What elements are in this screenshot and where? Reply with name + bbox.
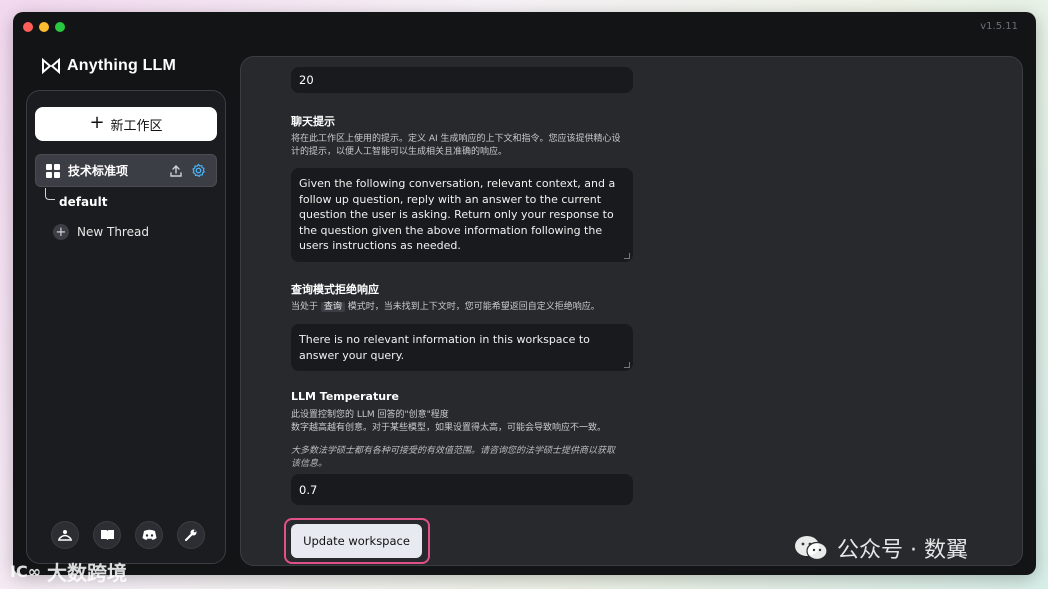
query-refusal-desc-before: 当处于 — [291, 302, 319, 312]
community-hub-icon[interactable] — [51, 521, 79, 549]
chat-history-input[interactable]: 20 — [291, 67, 633, 93]
chat-prompt-textarea[interactable]: Given the following conversation, releva… — [291, 168, 633, 262]
new-thread-button[interactable]: + New Thread — [53, 224, 149, 240]
sidebar-workspace-item[interactable]: 技术标准项 — [35, 154, 217, 187]
temperature-note-line2: 该信息。 — [291, 459, 328, 469]
discord-icon[interactable] — [135, 521, 163, 549]
new-workspace-label: 新工作区 — [110, 118, 163, 134]
temperature-desc-line1: 此设置控制您的 LLM 回答的"创意"程度 — [291, 410, 449, 420]
sidebar-footer — [51, 521, 205, 549]
new-thread-label: New Thread — [77, 225, 149, 239]
query-refusal-desc-after: 模式时，当未找到上下文时，您可能希望返回自定义拒绝响应。 — [347, 302, 600, 312]
update-workspace-button[interactable]: Update workspace — [291, 524, 422, 558]
chat-prompt-description: 将在此工作区上使用的提示。定义 AI 生成响应的上下文和指令。您应该提供精心设 … — [291, 133, 636, 159]
wechat-icon — [795, 536, 828, 561]
wrench-icon[interactable] — [177, 521, 205, 549]
query-refusal-textarea[interactable]: There is no relevant information in this… — [291, 324, 633, 371]
titlebar: v1.5.11 — [13, 12, 1036, 42]
watermark-logo: IC∞ — [10, 562, 42, 581]
workspace-name: 技术标准项 — [68, 164, 129, 178]
new-workspace-button[interactable]: + 新工作区 — [35, 107, 217, 141]
resize-handle-icon[interactable] — [624, 362, 630, 368]
temperature-input[interactable]: 0.7 — [291, 474, 633, 505]
gear-icon[interactable] — [190, 163, 206, 179]
watermark-right: 公众号 · 数翼 — [793, 532, 968, 564]
query-refusal-value: There is no relevant information in this… — [299, 333, 590, 362]
query-refusal-description: 当处于 查询 模式时，当未找到上下文时，您可能希望返回自定义拒绝响应。 — [291, 301, 636, 314]
query-refusal-title: 查询模式拒绝响应 — [291, 283, 379, 296]
temperature-title: LLM Temperature — [291, 390, 399, 403]
temperature-desc-line2: 数字越高越有创意。对于某些模型，如果设置得太高，可能会导致响应不一致。 — [291, 423, 607, 433]
watermark-right-text: 公众号 · 数翼 — [837, 538, 968, 563]
watermark-left: IC∞ 大数跨境 — [10, 557, 127, 586]
watermark-left-text: 大数跨境 — [47, 561, 128, 585]
chat-history-value: 20 — [299, 73, 314, 87]
thread-tree-connector — [45, 188, 55, 200]
workspace-grid-icon — [46, 163, 60, 178]
chat-prompt-desc-line2: 计的提示，以便人工智能可以生成相关且准确的响应。 — [291, 147, 508, 157]
app-name: Anything LLM — [67, 57, 177, 74]
app-logo: Anything LLM — [41, 57, 176, 75]
app-version: v1.5.11 — [980, 21, 1018, 32]
zoom-window-button[interactable] — [55, 22, 65, 32]
temperature-note: 大多数法学硕士都有各种可接受的有效值范围。请咨询您的法学硕士提供商以获取 该信息… — [291, 445, 636, 471]
query-mode-code: 查询 — [320, 302, 345, 312]
sidebar: + 新工作区 技术标准项 default + New Thread — [26, 90, 226, 564]
plus-icon: + — [89, 112, 105, 133]
temperature-description: 此设置控制您的 LLM 回答的"创意"程度 数字越高越有创意。对于某些模型，如果… — [291, 409, 636, 435]
docs-book-icon[interactable] — [93, 521, 121, 549]
workspace-settings-panel: 20 聊天提示 将在此工作区上使用的提示。定义 AI 生成响应的上下文和指令。您… — [240, 56, 1023, 566]
resize-handle-icon[interactable] — [624, 253, 630, 259]
chat-prompt-desc-line1: 将在此工作区上使用的提示。定义 AI 生成响应的上下文和指令。您应该提供精心设 — [291, 134, 621, 144]
app-window: v1.5.11 Anything LLM + 新工作区 技术标准项 defaul… — [13, 12, 1036, 575]
minimize-window-button[interactable] — [39, 22, 49, 32]
close-window-button[interactable] — [23, 22, 33, 32]
upload-icon[interactable] — [168, 163, 184, 179]
temperature-note-line1: 大多数法学硕士都有各种可接受的有效值范围。请咨询您的法学硕士提供商以获取 — [291, 446, 616, 456]
plus-circle-icon: + — [53, 224, 69, 240]
anything-llm-logo-icon — [42, 58, 60, 74]
chat-prompt-title: 聊天提示 — [291, 115, 335, 128]
chat-prompt-value: Given the following conversation, releva… — [299, 177, 616, 252]
thread-item-default[interactable]: default — [59, 195, 107, 209]
temperature-value: 0.7 — [299, 482, 318, 497]
